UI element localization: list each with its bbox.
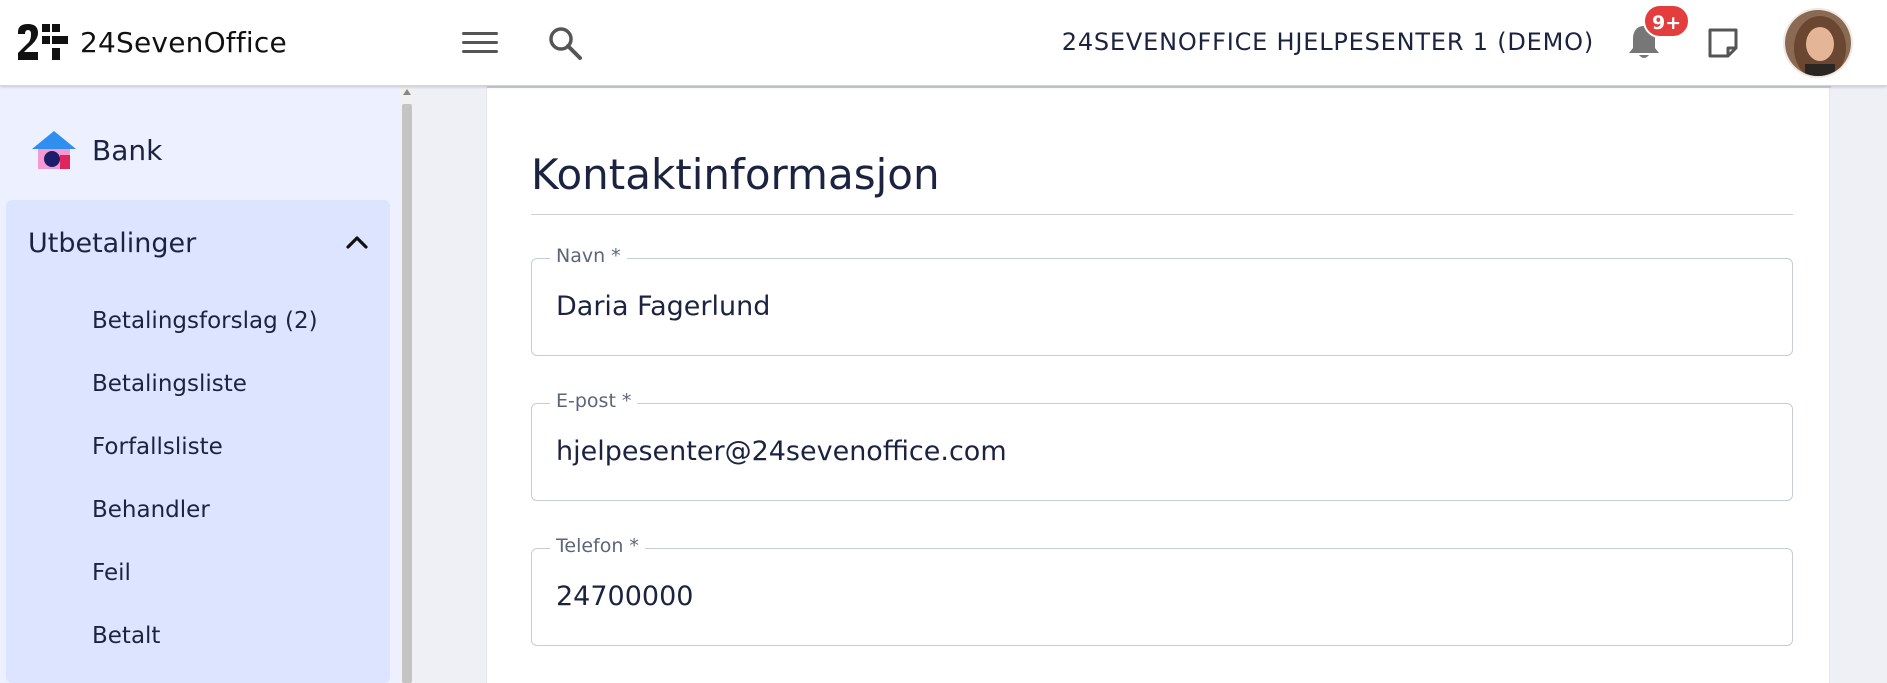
sidebar-item-label: Bank bbox=[92, 133, 163, 167]
phone-field-value[interactable]: 24700000 bbox=[556, 581, 693, 612]
sidebar-item-behandler[interactable]: Behandler bbox=[92, 497, 210, 523]
scrollbar-thumb[interactable] bbox=[402, 104, 412, 683]
name-field-value[interactable]: Daria Fagerlund bbox=[556, 291, 770, 322]
name-field-label: Navn * bbox=[550, 245, 627, 267]
top-bar: 24SevenOffice 24SEVENOFFICE HJELPESENTER… bbox=[0, 0, 1887, 86]
sidebar-item-betalt[interactable]: Betalt bbox=[92, 623, 160, 649]
section-title: Kontaktinformasjon bbox=[531, 150, 940, 199]
menu-icon[interactable] bbox=[462, 28, 498, 58]
group-label: Utbetalinger bbox=[28, 228, 197, 259]
sidebar-item-betalingsforslag[interactable]: Betalingsforslag (2) bbox=[92, 308, 318, 334]
phone-field-label: Telefon * bbox=[550, 535, 645, 557]
email-field[interactable]: E-post * hjelpesenter@24sevenoffice.com bbox=[531, 390, 1793, 501]
name-field[interactable]: Navn * Daria Fagerlund bbox=[531, 245, 1793, 356]
scroll-up-arrow[interactable] bbox=[403, 89, 411, 95]
sidebar-item-bank[interactable]: Bank bbox=[30, 126, 162, 174]
notification-badge: 9+ bbox=[1643, 4, 1691, 38]
sidebar-item-feil[interactable]: Feil bbox=[92, 560, 131, 586]
user-avatar[interactable] bbox=[1783, 8, 1853, 78]
avatar-image bbox=[1785, 10, 1851, 76]
contact-card: Kontaktinformasjon Navn * Daria Fagerlun… bbox=[486, 86, 1831, 683]
bank-icon bbox=[32, 131, 76, 169]
brand-name: 24SevenOffice bbox=[80, 25, 287, 59]
group-toggle[interactable]: Utbetalinger bbox=[6, 200, 390, 288]
card-divider bbox=[487, 86, 1831, 88]
sidebar-item-betalingsliste[interactable]: Betalingsliste bbox=[92, 371, 247, 397]
sidebar-scrollbar[interactable] bbox=[400, 86, 414, 683]
chevron-up-icon bbox=[346, 236, 368, 249]
sidebar-item-forfallsliste[interactable]: Forfallsliste bbox=[92, 434, 223, 460]
search-icon[interactable] bbox=[546, 24, 584, 62]
title-divider bbox=[531, 214, 1793, 215]
note-icon[interactable] bbox=[1706, 26, 1740, 60]
phone-field[interactable]: Telefon * 24700000 bbox=[531, 535, 1793, 646]
email-field-value[interactable]: hjelpesenter@24sevenoffice.com bbox=[556, 436, 1007, 467]
company-name[interactable]: 24SEVENOFFICE HJELPESENTER 1 (DEMO) bbox=[1020, 28, 1594, 56]
email-field-label: E-post * bbox=[550, 390, 638, 412]
sidebar-group-utbetalinger: Utbetalinger Betalingsforslag (2) Betali… bbox=[6, 200, 390, 683]
brand-logo[interactable]: 24SevenOffice bbox=[16, 22, 287, 62]
brand-logo-mark bbox=[18, 24, 68, 60]
main-content: Kontaktinformasjon Navn * Daria Fagerlun… bbox=[414, 86, 1887, 683]
sidebar: Bank Utbetalinger Betalingsforslag (2) B… bbox=[0, 86, 400, 683]
